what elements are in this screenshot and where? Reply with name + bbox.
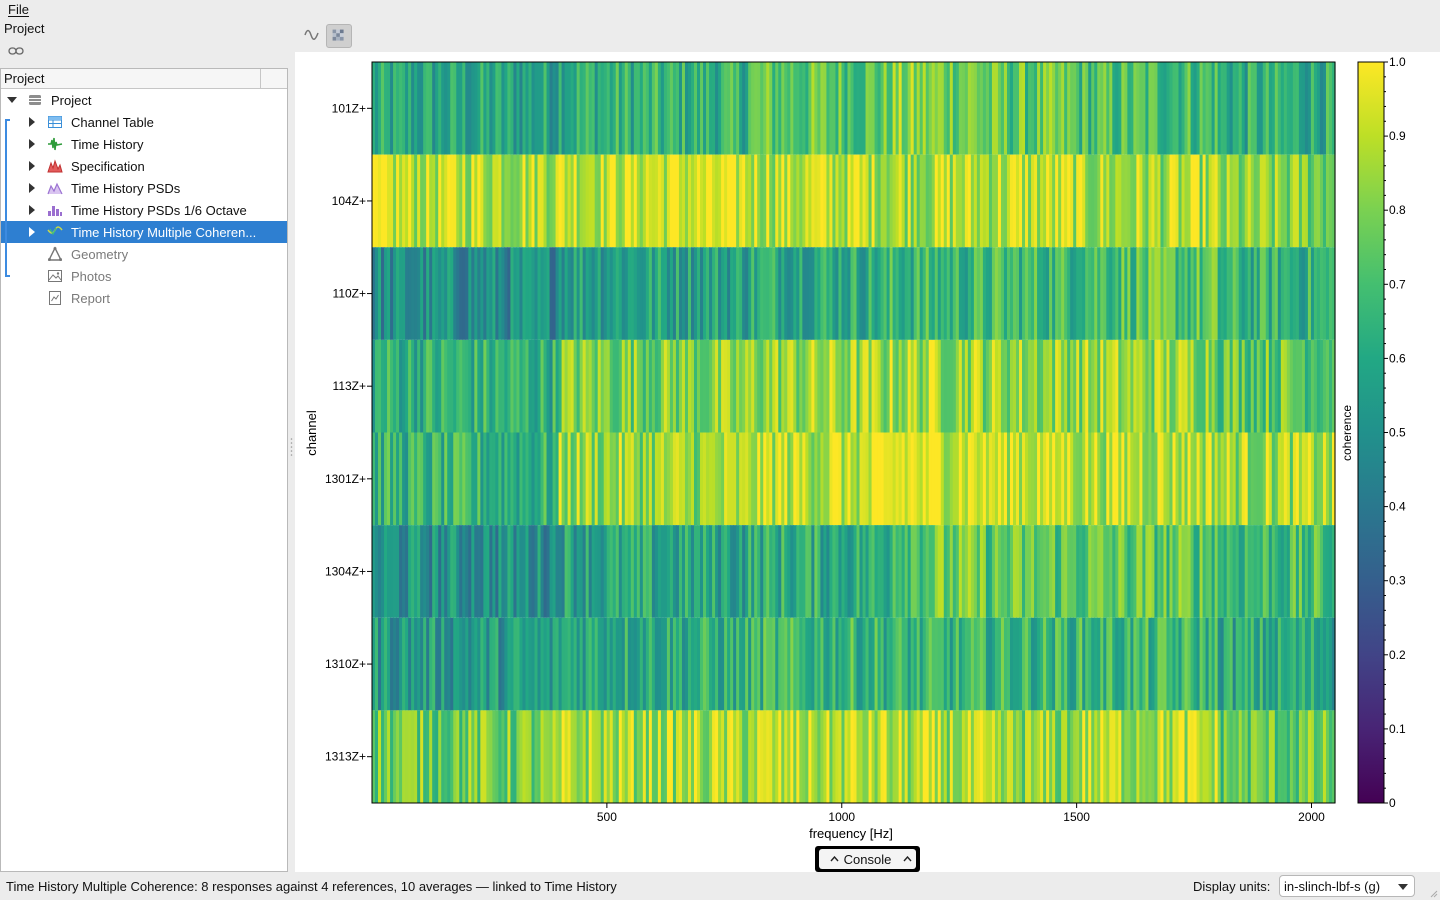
colorbar-tick-label: 0 bbox=[1389, 796, 1396, 810]
tree-item-photos[interactable]: Photos bbox=[1, 265, 287, 287]
coherence-heatmap-chart[interactable]: 101Z+ 104Z+ 110Z+ 113Z+ 1301Z+ 1304Z+ 1310Z+ 13… bbox=[295, 52, 1440, 846]
tree-item-label: Photos bbox=[71, 269, 112, 284]
tree-item-label: Specification bbox=[71, 159, 145, 174]
tree-header-label[interactable]: Project bbox=[4, 71, 44, 86]
colorbar-tick-label: 0.2 bbox=[1389, 648, 1406, 662]
console-button-face: Console bbox=[819, 849, 916, 869]
photo-icon bbox=[48, 270, 62, 282]
expand-arrow-right-icon[interactable] bbox=[27, 117, 37, 127]
octave-bars-icon bbox=[48, 206, 62, 216]
y-axis: 101Z+ 104Z+ 110Z+ 113Z+ 1301Z+ 1304Z+ 1310Z+ 13… bbox=[325, 101, 372, 764]
y-tick-label: 1310Z+ bbox=[325, 657, 366, 671]
colorbar-tick-label: 0.8 bbox=[1389, 203, 1406, 217]
display-units-label: Display units: bbox=[1193, 879, 1271, 894]
plot-area: 101Z+ 104Z+ 110Z+ 113Z+ 1301Z+ 1304Z+ 1310Z+ 13… bbox=[295, 52, 1440, 872]
tree-item-label: Project bbox=[51, 93, 92, 108]
y-tick-label: 101Z+ bbox=[332, 101, 366, 115]
colorbar-tick-label: 0.5 bbox=[1389, 426, 1406, 440]
tree-item-label: Channel Table bbox=[71, 115, 154, 130]
tree-item-report[interactable]: Report bbox=[1, 287, 287, 309]
heatmap-cells bbox=[372, 62, 1336, 804]
tree-item-label: Time History PSDs 1/6 Octave bbox=[71, 203, 247, 218]
tree-item-label: Time History bbox=[71, 137, 144, 152]
x-axis: 500 1000 1500 2000 bbox=[597, 803, 1325, 824]
heatmap-button[interactable] bbox=[326, 24, 352, 48]
x-tick-label: 2000 bbox=[1298, 810, 1325, 824]
tree-item-time-history-multiple-coheren[interactable]: Time History Multiple Coheren... bbox=[1, 221, 287, 243]
line-plot-icon bbox=[304, 29, 319, 40]
tree-item-project[interactable]: Project bbox=[1, 89, 287, 111]
x-axis-label: frequency [Hz] bbox=[809, 826, 893, 841]
tree-item-time-history[interactable]: Time History bbox=[1, 133, 287, 155]
y-tick-label: 110Z+ bbox=[333, 287, 366, 301]
tree-item-label: Time History PSDs bbox=[71, 181, 181, 196]
tree-item-label: Geometry bbox=[71, 247, 129, 262]
tree-item-time-history-psds-1-6-octave[interactable]: Time History PSDs 1/6 Octave bbox=[1, 199, 287, 221]
y-axis-label: channel bbox=[304, 410, 319, 456]
expand-arrow-right-icon[interactable] bbox=[27, 227, 37, 237]
database-icon bbox=[29, 95, 41, 105]
line-plot-button[interactable] bbox=[299, 24, 325, 48]
colorbar-axis: 0 0.1 0.2 0.3 0.4 0.5 0.6 0.7 0.8 0.9 1.0 bbox=[1384, 55, 1406, 810]
y-tick-label: 104Z+ bbox=[332, 194, 366, 208]
colorbar-tick-label: 0.6 bbox=[1389, 351, 1406, 365]
y-tick-label: 1304Z+ bbox=[325, 564, 366, 578]
header-divider bbox=[260, 69, 261, 88]
display-units-select[interactable]: in-slinch-lbf-s (g) bbox=[1279, 875, 1415, 897]
expand-arrow-right-icon[interactable] bbox=[27, 139, 37, 149]
link-icon[interactable] bbox=[8, 46, 24, 56]
expand-arrow-right-icon[interactable] bbox=[27, 205, 37, 215]
colorbar-tick-label: 0.9 bbox=[1389, 129, 1406, 143]
y-tick-label: 113Z+ bbox=[333, 379, 366, 393]
console-label: Console bbox=[843, 852, 892, 867]
x-tick-label: 500 bbox=[597, 810, 617, 824]
file-menu[interactable]: File bbox=[8, 2, 29, 17]
tree-item-label: Time History Multiple Coheren... bbox=[71, 225, 257, 240]
x-tick-label: 1000 bbox=[828, 810, 855, 824]
console-toggle-button[interactable]: Console bbox=[815, 846, 920, 872]
chevron-up-icon bbox=[903, 856, 912, 862]
colorbar-tick-label: 1.0 bbox=[1389, 55, 1406, 69]
colorbar-tick-label: 0.3 bbox=[1389, 574, 1406, 588]
waveform-icon bbox=[48, 137, 63, 151]
expand-arrow-right-icon[interactable] bbox=[27, 161, 37, 171]
spec-peaks-icon bbox=[47, 159, 63, 173]
resize-grip-icon[interactable] bbox=[1428, 888, 1438, 898]
report-icon bbox=[49, 291, 61, 305]
tree-header: Project bbox=[1, 69, 287, 89]
tree-item-geometry[interactable]: Geometry bbox=[1, 243, 287, 265]
colorbar-tick-label: 0.1 bbox=[1389, 722, 1406, 736]
status-bar: Time History Multiple Coherence: 8 respo… bbox=[0, 872, 1440, 900]
status-message: Time History Multiple Coherence: 8 respo… bbox=[6, 879, 617, 894]
plot-toolbar bbox=[295, 20, 1440, 52]
x-tick-label: 1500 bbox=[1063, 810, 1090, 824]
tree-item-label: Report bbox=[71, 291, 111, 306]
chevron-down-icon bbox=[1398, 884, 1408, 890]
geometry-icon bbox=[47, 246, 63, 261]
psd-icon bbox=[47, 182, 63, 195]
heatmap-icon bbox=[332, 29, 344, 41]
coherence-icon bbox=[47, 226, 63, 236]
expand-arrow-right-icon[interactable] bbox=[27, 183, 37, 193]
tree-item-specification[interactable]: Specification bbox=[1, 155, 287, 177]
sidebar-title: Project bbox=[4, 21, 45, 36]
y-tick-label: 1301Z+ bbox=[325, 472, 366, 486]
y-tick-label: 1313Z+ bbox=[325, 750, 366, 764]
splitter-handle[interactable] bbox=[290, 437, 293, 457]
colorbar-tick-label: 0.7 bbox=[1389, 277, 1406, 291]
expand-arrow-down-icon[interactable] bbox=[7, 95, 17, 105]
tree-item-channel-table[interactable]: Channel Table bbox=[1, 111, 287, 133]
tree-item-time-history-psds[interactable]: Time History PSDs bbox=[1, 177, 287, 199]
tree-link-bracket bbox=[5, 119, 10, 277]
colorbar-label: coherence bbox=[1340, 405, 1354, 461]
table-icon bbox=[48, 116, 62, 128]
colorbar-tick-label: 0.4 bbox=[1389, 500, 1406, 514]
project-tree-panel: Project Project Channel Table Time History… bbox=[0, 68, 288, 872]
menu-bar: File bbox=[0, 0, 1440, 20]
display-units-value: in-slinch-lbf-s (g) bbox=[1284, 879, 1381, 894]
colorbar bbox=[1357, 61, 1385, 804]
